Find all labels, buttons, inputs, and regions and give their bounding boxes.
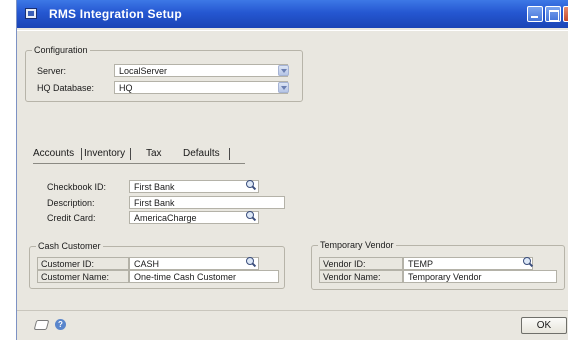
tab-underline bbox=[33, 163, 245, 164]
hq-database-label: HQ Database: bbox=[37, 83, 95, 93]
temporary-vendor-title: Temporary Vendor bbox=[318, 240, 396, 250]
hq-database-dropdown[interactable]: HQ bbox=[114, 81, 288, 94]
vendor-name-label: Vendor Name: bbox=[319, 270, 403, 283]
tab-divider bbox=[81, 148, 82, 160]
divider bbox=[17, 30, 568, 31]
description-field[interactable]: First Bank bbox=[129, 196, 285, 209]
rms-integration-setup-window: RMS Integration Setup Configuration Serv… bbox=[16, 0, 568, 340]
tab-tax[interactable]: Tax bbox=[146, 146, 162, 161]
tab-accounts[interactable]: Accounts bbox=[33, 146, 74, 161]
credit-card-field[interactable]: AmericaCharge bbox=[129, 211, 259, 224]
bottom-bar: ? OK bbox=[17, 310, 568, 340]
tab-defaults[interactable]: Defaults bbox=[183, 146, 220, 161]
checkbook-id-label: Checkbook ID: bbox=[47, 182, 107, 192]
vendor-id-field[interactable]: TEMP bbox=[403, 257, 533, 270]
credit-card-label: Credit Card: bbox=[47, 213, 96, 223]
help-icon[interactable]: ? bbox=[55, 319, 66, 330]
maximize-icon[interactable] bbox=[545, 6, 561, 22]
lookup-icon[interactable] bbox=[245, 257, 257, 269]
window-title: RMS Integration Setup bbox=[49, 7, 182, 21]
app-icon bbox=[25, 8, 37, 19]
tab-divider bbox=[229, 148, 230, 160]
title-bar[interactable]: RMS Integration Setup bbox=[17, 0, 568, 28]
tab-divider bbox=[130, 148, 131, 160]
tab-inventory[interactable]: Inventory bbox=[84, 146, 125, 161]
chevron-down-icon[interactable] bbox=[278, 65, 289, 76]
lookup-icon[interactable] bbox=[522, 257, 534, 269]
customer-id-field[interactable]: CASH bbox=[129, 257, 259, 270]
configuration-title: Configuration bbox=[32, 45, 90, 55]
ok-button[interactable]: OK bbox=[521, 317, 567, 334]
server-label: Server: bbox=[37, 66, 67, 76]
lookup-icon[interactable] bbox=[245, 211, 257, 223]
close-icon[interactable] bbox=[563, 6, 568, 22]
vendor-id-label: Vendor ID: bbox=[319, 257, 403, 270]
lookup-icon[interactable] bbox=[245, 180, 257, 192]
vendor-name-field[interactable]: Temporary Vendor bbox=[403, 270, 557, 283]
note-icon[interactable] bbox=[33, 320, 50, 330]
cash-customer-title: Cash Customer bbox=[36, 241, 103, 251]
customer-id-label: Customer ID: bbox=[37, 257, 129, 270]
minimize-icon[interactable] bbox=[527, 6, 543, 22]
chevron-down-icon[interactable] bbox=[278, 82, 289, 93]
checkbook-id-field[interactable]: First Bank bbox=[129, 180, 259, 193]
customer-name-label: Customer Name: bbox=[37, 270, 129, 283]
server-dropdown[interactable]: LocalServer bbox=[114, 64, 288, 77]
customer-name-field[interactable]: One-time Cash Customer bbox=[129, 270, 279, 283]
description-label: Description: bbox=[47, 198, 95, 208]
